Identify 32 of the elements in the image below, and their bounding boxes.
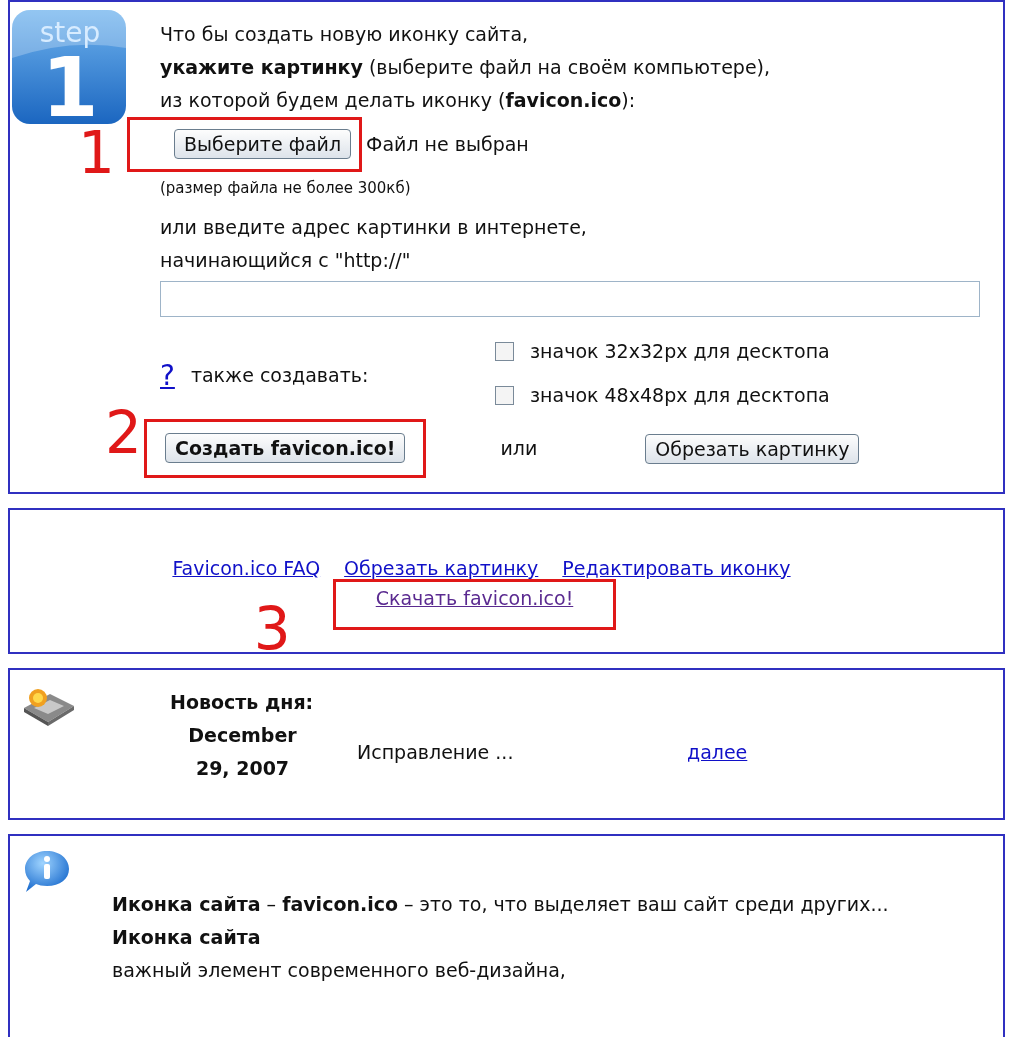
annotation-number: 2 bbox=[105, 404, 142, 462]
news-heading: Новость дня: bbox=[170, 690, 315, 715]
more-link[interactable]: далее bbox=[687, 735, 748, 769]
create-favicon-button[interactable]: Создать favicon.ico! bbox=[165, 433, 406, 463]
news-date: December 29, 2007 bbox=[187, 723, 298, 781]
also-create-label: также создавать: bbox=[190, 362, 369, 388]
url-input-field[interactable] bbox=[160, 281, 980, 317]
annotation-number: 1 bbox=[78, 124, 115, 182]
url-hint-text: или введите адрес картинки в интернете, bbox=[160, 215, 588, 240]
size-note-text: (размер файла не более 300кб) bbox=[160, 178, 412, 199]
or-text: или bbox=[500, 436, 538, 461]
info-text: важный элемент современного веб-дизайна, bbox=[112, 958, 567, 983]
info-text: Иконка сайта – favicon.ico – это то, что выделяет ваш сайт среди других... bbox=[112, 892, 889, 917]
news-summary: Исправление ... bbox=[357, 739, 515, 765]
crop-image-button[interactable]: Обрезать картинку bbox=[645, 433, 860, 464]
choose-file-button[interactable]: Выберите файл bbox=[174, 129, 352, 159]
intro-text: укажите картинку (выберите файл на своём компьютере), bbox=[160, 55, 772, 80]
intro-text: Что бы создать новую иконку сайта, bbox=[160, 22, 530, 47]
option-label: значок 32x32px для десктопа bbox=[530, 338, 830, 364]
url-hint-text: начинающийся с "http://" bbox=[160, 248, 412, 273]
checkbox[interactable] bbox=[495, 385, 514, 405]
nav-link[interactable]: Обрезать картинку bbox=[344, 552, 539, 585]
nav-link[interactable]: Favicon.ico FAQ bbox=[172, 552, 321, 585]
help-link[interactable]: ? bbox=[160, 358, 175, 392]
checkbox[interactable] bbox=[495, 341, 514, 361]
annotation-number: 3 bbox=[253, 600, 291, 658]
step-badge-icon: step 1 bbox=[10, 8, 128, 126]
intro-text: из которой будем делать иконку (favicon.ico): bbox=[160, 88, 637, 113]
file-status-text: Файл не выбран bbox=[366, 132, 529, 157]
nav-link[interactable]: Редактировать иконку bbox=[562, 552, 791, 585]
option-label: значок 48x48px для десктопа bbox=[530, 382, 830, 408]
info-text: Иконка сайта bbox=[112, 925, 262, 950]
